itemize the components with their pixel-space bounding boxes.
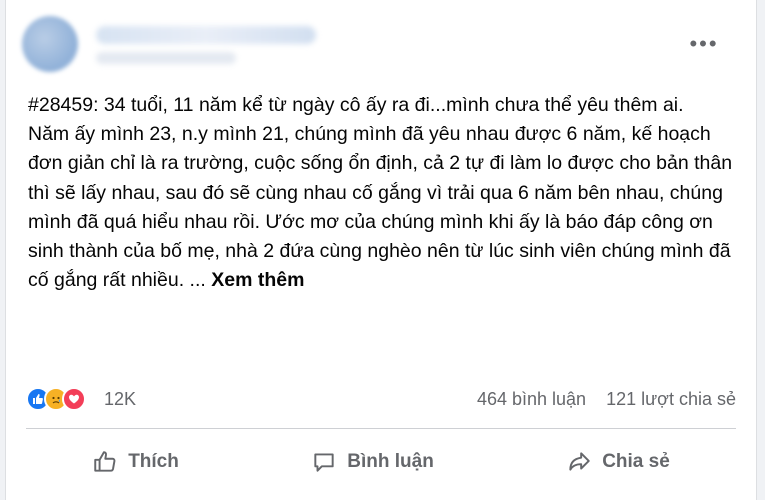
love-icon [62,387,86,411]
divider [26,428,736,429]
author-name-blurred[interactable] [96,26,316,44]
comment-count[interactable]: 464 bình luận [477,389,586,410]
post-card: ••• #28459: 34 tuổi, 11 năm kể từ ngày c… [5,0,757,500]
reaction-icons [26,387,86,411]
more-horizontal-icon: ••• [689,31,719,56]
post-title-line: #28459: 34 tuổi, 11 năm kể từ ngày cô ấy… [28,94,684,116]
action-bar: Thích Bình luận Chia sẻ [26,436,736,488]
thumbs-up-icon [92,449,118,475]
post-body: Năm ấy mình 23, n.y mình 21, chúng mình … [28,120,743,295]
comment-label: Bình luận [347,451,434,472]
comment-button[interactable]: Bình luận [293,441,452,483]
engagement-counts: 464 bình luận 121 lượt chia sẻ [477,389,736,410]
share-label: Chia sẻ [602,451,670,472]
post-body-text: Năm ấy mình 23, n.y mình 21, chúng mình … [28,123,733,292]
see-more-link[interactable]: Xem thêm [211,269,304,291]
more-options-button[interactable]: ••• [688,31,720,56]
post-meta-blurred [96,52,236,64]
post-header: ••• [18,8,744,78]
like-label: Thích [128,451,179,472]
post-text: #28459: 34 tuổi, 11 năm kể từ ngày cô ấy… [28,91,743,295]
share-arrow-icon [566,449,592,475]
comment-icon [311,449,337,475]
post-stats: 12K 464 bình luận 121 lượt chia sẻ [26,382,736,416]
avatar[interactable] [22,16,78,72]
reactions-summary[interactable]: 12K [26,387,136,411]
share-count[interactable]: 121 lượt chia sẻ [606,389,736,410]
share-button[interactable]: Chia sẻ [548,441,688,483]
reaction-count: 12K [104,388,137,409]
like-button[interactable]: Thích [74,441,197,483]
